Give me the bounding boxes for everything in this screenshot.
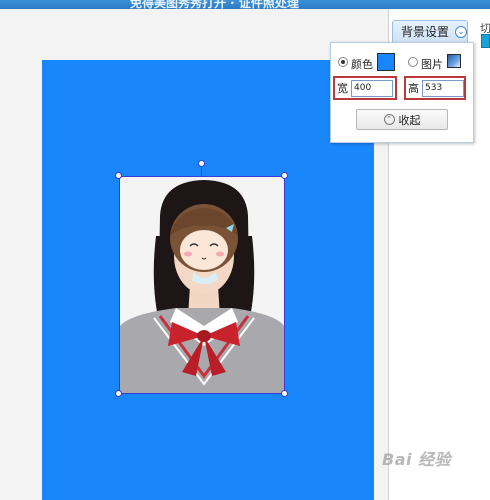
image-option-label: 图片: [421, 58, 443, 71]
window-title: 免得美图秀秀打开 · 证件照处理: [130, 0, 299, 9]
color-swatch[interactable]: [377, 53, 395, 71]
resize-handle-top-right[interactable]: [281, 172, 288, 179]
collapse-label: 收起: [398, 113, 421, 127]
selection-box[interactable]: [119, 176, 285, 394]
color-option-radio[interactable]: [338, 57, 348, 67]
height-field-group: 高: [404, 76, 466, 100]
chevron-down-icon[interactable]: ⌄: [455, 25, 467, 38]
background-settings-tab-label: 背景设置: [401, 25, 450, 39]
rotate-handle[interactable]: [198, 160, 205, 167]
height-label: 高: [408, 82, 419, 95]
width-label: 宽: [337, 82, 348, 95]
color-option-label: 颜色: [351, 58, 373, 71]
rotate-handle-line: [201, 167, 202, 176]
chevron-up-icon: ⌃: [383, 114, 395, 125]
title-bar: 免得美图秀秀打开 · 证件照处理: [0, 0, 490, 9]
resize-handle-bottom-left[interactable]: [115, 390, 122, 397]
height-input[interactable]: [422, 79, 464, 97]
watermark: Bai 经验: [382, 450, 452, 469]
image-picker-icon[interactable]: [447, 54, 461, 68]
background-settings-tab[interactable]: 背景设置 ⌄: [392, 20, 468, 42]
resize-handle-top-left[interactable]: [115, 172, 122, 179]
image-option-radio[interactable]: [408, 57, 418, 67]
collapse-button[interactable]: ⌃ 收起: [356, 109, 448, 130]
width-input[interactable]: [351, 79, 393, 97]
width-field-group: 宽: [333, 76, 397, 100]
resize-handle-bottom-right[interactable]: [281, 390, 288, 397]
cut-tool-icon[interactable]: [481, 34, 490, 48]
